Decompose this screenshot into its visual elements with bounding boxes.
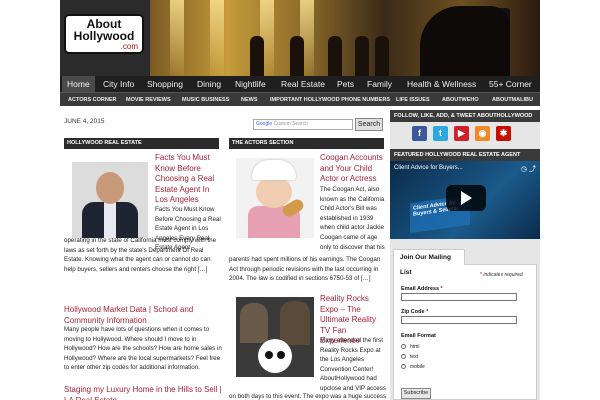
- nav-nightlife[interactable]: Nightlife: [230, 76, 271, 92]
- site-logo[interactable]: About Hollywood .com: [64, 14, 144, 54]
- logo-line3: .com: [120, 42, 138, 51]
- expo-photo[interactable]: [236, 297, 314, 377]
- nav-city-info[interactable]: City Info: [98, 76, 139, 92]
- play-icon[interactable]: [446, 185, 486, 211]
- email-label: Email Address *: [401, 286, 443, 292]
- twitter-icon[interactable]: t: [433, 126, 448, 141]
- panda-eye: [277, 351, 285, 359]
- nav-55-corner[interactable]: 55+ Corner: [484, 76, 537, 92]
- format-option-html[interactable]: html: [401, 344, 419, 351]
- post-excerpt-side: The Coogan Act, also known as the Califo…: [320, 186, 385, 251]
- performer-silhouette: [290, 36, 304, 76]
- agent-header: FEATURED HOLLYWOOD REAL ESTATE AGENT: [390, 149, 540, 161]
- logo-area: About Hollywood .com: [60, 0, 150, 76]
- subnav-movie-reviews[interactable]: MOVIE REVIEWS: [126, 93, 171, 107]
- format-mobile-label: mobile: [410, 364, 425, 370]
- nav-home[interactable]: Home: [62, 76, 95, 92]
- video-share-icons[interactable]: ◷ ⤴: [521, 164, 536, 174]
- spotlight-beam: [210, 0, 224, 76]
- spotlight-beam: [170, 0, 184, 76]
- post-title-real-estate-agent[interactable]: Facts You Must Know Before Choosing a Re…: [155, 153, 221, 206]
- person-silhouette: [280, 301, 310, 345]
- camera-operator-silhouette: [420, 6, 510, 76]
- current-date: JUNE 4, 2015: [64, 118, 105, 125]
- post-title-market-data[interactable]: Hollywood Market Data | School and Commu…: [64, 305, 222, 326]
- mailing-list-form: [393, 264, 537, 400]
- nav-shopping[interactable]: Shopping: [142, 76, 188, 92]
- subscribe-button[interactable]: Subscribe: [401, 388, 431, 399]
- mailing-list-tab[interactable]: Join Our Mailing List: [393, 249, 465, 276]
- social-header: FOLLOW, LIKE, ADD, & TWEET ABOUTHOLLYWOO…: [390, 110, 540, 122]
- format-option-text[interactable]: text: [401, 354, 418, 361]
- video-title: Client Advice for Buyers...: [394, 165, 463, 171]
- agent-face: [96, 172, 124, 204]
- panda-eye: [265, 351, 273, 359]
- youtube-icon[interactable]: ▶: [454, 126, 469, 141]
- performer-silhouette: [250, 36, 264, 76]
- child-chef-photo[interactable]: [236, 158, 314, 238]
- zip-field[interactable]: [401, 316, 517, 324]
- search-input[interactable]: Google Custom Search: [253, 119, 353, 130]
- subnav-aboutweho[interactable]: ABOUTWEHO: [442, 93, 479, 107]
- nav-health-wellness[interactable]: Health & Wellness: [402, 76, 481, 92]
- post-excerpt: on both days to this event. The expo was…: [229, 393, 387, 400]
- subnav-news[interactable]: NEWS: [241, 93, 258, 107]
- panda-plush: [258, 339, 292, 373]
- radio-button[interactable]: [401, 364, 406, 370]
- child-face: [256, 176, 292, 208]
- subnav-life-issues[interactable]: LIFE ISSUES: [396, 93, 430, 107]
- rss-icon[interactable]: ◉: [475, 126, 490, 141]
- person-silhouette: [240, 303, 268, 343]
- subnav-aboutmalibu[interactable]: ABOUTMALIBU: [492, 93, 533, 107]
- post-title-coogan[interactable]: Coogan Accounts and Your Child Actor or …: [320, 153, 384, 185]
- facebook-icon[interactable]: f: [412, 126, 427, 141]
- post-excerpt: parents had spent millions of his earnin…: [229, 256, 381, 283]
- nav-pets[interactable]: Pets: [332, 76, 359, 92]
- site-header: About Hollywood .com: [60, 0, 540, 76]
- header-banner-image: [150, 0, 540, 76]
- zip-label-text: Zip Code: [401, 309, 425, 315]
- format-html-label: html: [410, 344, 420, 350]
- subnav-actors-corner[interactable]: ACTORS CORNER: [68, 93, 117, 107]
- email-label-text: Email Address: [401, 286, 440, 292]
- chef-hat: [252, 160, 296, 180]
- main-nav: Home City Info Shopping Dining Nightlife…: [60, 76, 540, 92]
- radio-button[interactable]: [401, 344, 406, 350]
- section-header-actors: THE ACTORS SECTION: [229, 138, 384, 149]
- search-placeholder: Custom Search: [273, 121, 308, 127]
- yelp-icon[interactable]: ✱: [496, 126, 511, 141]
- format-label: Email Format: [401, 333, 436, 339]
- search-brand: Google: [256, 121, 273, 127]
- format-option-mobile[interactable]: mobile: [401, 364, 425, 371]
- agent-photo[interactable]: [72, 162, 148, 238]
- zip-label: Zip Code *: [401, 309, 429, 315]
- performer-silhouette: [328, 36, 342, 76]
- subnav-phone-numbers[interactable]: IMPORTANT HOLLYWOOD PHONE NUMBERS: [270, 93, 390, 107]
- agent-video[interactable]: Client Advice for Buyers... ◷ ⤴ Client A…: [390, 161, 540, 239]
- performer-silhouette: [355, 36, 369, 76]
- post-excerpt: Many people have lots of questions when …: [64, 326, 222, 372]
- format-text-label: text: [410, 354, 419, 360]
- radio-button[interactable]: [401, 354, 406, 360]
- email-field[interactable]: [401, 293, 517, 301]
- performer-silhouette: [375, 36, 389, 76]
- nav-dining[interactable]: Dining: [192, 76, 226, 92]
- sub-nav: ACTORS CORNER MOVIE REVIEWS MUSIC BUSINE…: [60, 92, 540, 106]
- nav-real-estate[interactable]: Real Estate: [276, 76, 330, 92]
- required-note-text: indicates required: [483, 272, 523, 278]
- section-header-real-estate: HOLLYWOOD REAL ESTATE: [64, 138, 219, 149]
- required-note: * indicates required: [480, 272, 523, 278]
- logo-line2: Hollywood: [73, 29, 135, 43]
- subnav-music-business[interactable]: MUSIC BUSINESS: [182, 93, 229, 107]
- post-excerpt: operating in the state of California mus…: [64, 237, 217, 273]
- post-title-staging-home[interactable]: Staging my Luxury Home in the Hills to S…: [64, 385, 222, 400]
- search-button[interactable]: Search: [355, 118, 383, 131]
- nav-family[interactable]: Family: [362, 76, 397, 92]
- post-excerpt-side: Many attended the first Reality Rocks Ex…: [320, 337, 386, 392]
- agent-shirt: [104, 202, 116, 238]
